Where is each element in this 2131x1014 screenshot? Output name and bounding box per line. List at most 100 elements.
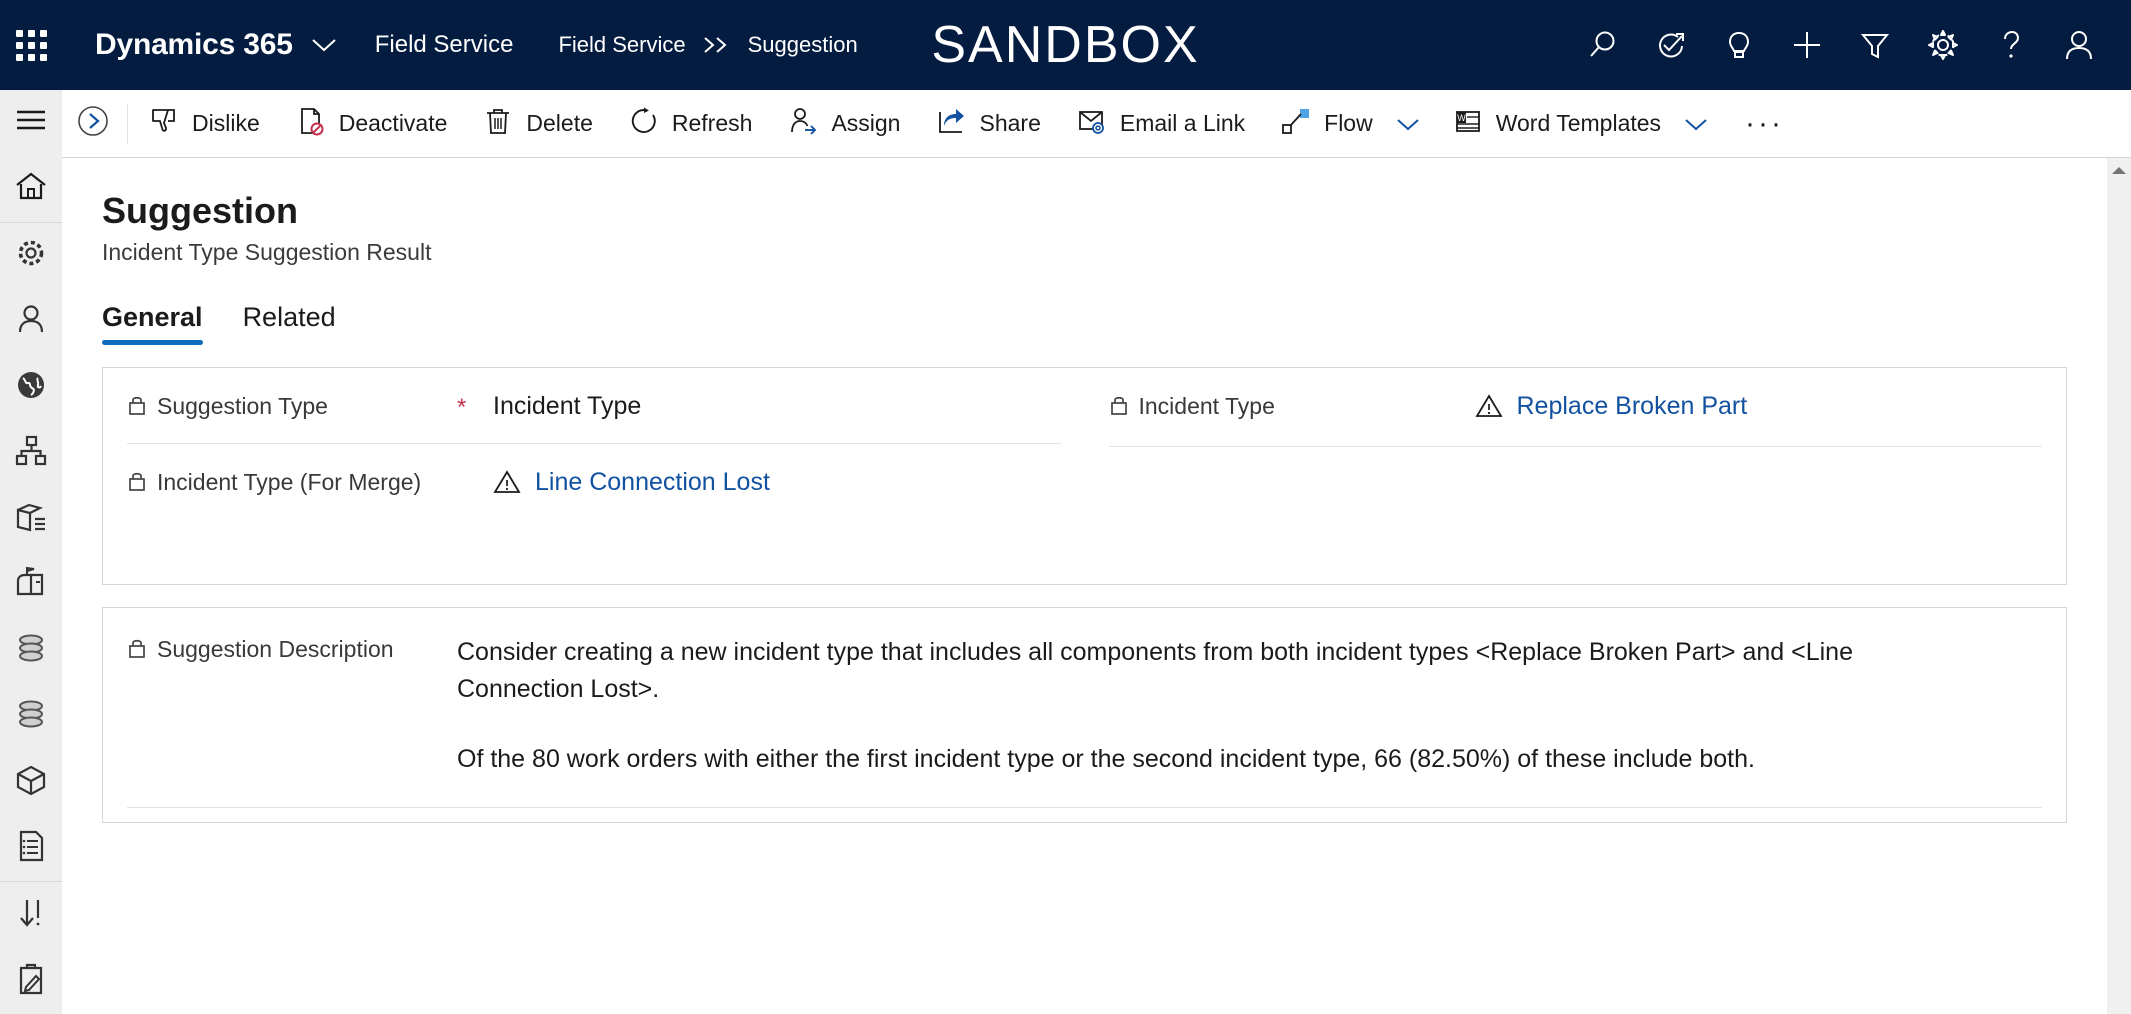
database-icon	[14, 632, 48, 669]
breadcrumb-current[interactable]: Suggestion	[748, 32, 858, 58]
form-tabs: General Related	[102, 302, 2107, 346]
word-template-icon: W	[1453, 106, 1483, 141]
field-value-suggestion-type[interactable]: Incident Type	[493, 390, 1061, 423]
overflow-menu-button[interactable]: ···	[1723, 90, 1806, 158]
word-templates-label: Word Templates	[1495, 110, 1662, 136]
tab-related[interactable]: Related	[243, 302, 336, 345]
tab-general[interactable]: General	[102, 302, 203, 346]
required-marker: *	[457, 394, 467, 422]
warning-triangle-icon	[493, 466, 521, 504]
left-navigation-rail	[0, 90, 62, 1014]
page-title: Suggestion	[102, 190, 298, 231]
document-list-icon	[14, 830, 48, 867]
caret-up-icon	[2111, 162, 2127, 180]
plus-icon[interactable]	[1773, 0, 1841, 90]
warning-triangle-icon	[1474, 390, 1503, 428]
required-marker-placeholder	[1439, 390, 1475, 394]
page-subtitle: Incident Type Suggestion Result	[102, 239, 432, 266]
delete-button[interactable]: Delete	[465, 90, 610, 158]
flow-label: Flow	[1324, 110, 1373, 136]
sidebar-item-site-map[interactable]	[0, 90, 62, 156]
expand-panel-button[interactable]	[62, 90, 124, 158]
flow-chevron-down-icon[interactable]	[1391, 90, 1435, 158]
sidebar-item-data-1[interactable]	[0, 618, 62, 684]
field-value-suggestion-description[interactable]: Consider creating a new incident type th…	[457, 634, 2042, 777]
hierarchy-icon	[14, 435, 48, 472]
sort-down-icon	[14, 897, 48, 934]
field-label-suggestion-description: Suggestion Description	[127, 634, 457, 667]
lookup-link-incident-type-for-merge[interactable]: Line Connection Lost	[535, 466, 770, 499]
field-value-incident-type: Replace Broken Part	[1474, 390, 2043, 428]
dislike-label: Dislike	[192, 110, 260, 136]
breadcrumb: Field Service Suggestion	[558, 32, 857, 58]
home-icon	[14, 170, 48, 207]
app-name-label[interactable]: Field Service	[375, 31, 514, 59]
chevron-down-icon[interactable]	[311, 37, 337, 53]
word-templates-chevron-down-icon[interactable]	[1679, 90, 1723, 158]
record-form-page: Suggestion Incident Type Suggestion Resu…	[62, 158, 2131, 1014]
command-separator	[127, 103, 128, 144]
gear-icon	[14, 236, 48, 275]
lock-icon	[127, 468, 147, 500]
refresh-button[interactable]: Refresh	[611, 90, 771, 158]
sidebar-item-organization[interactable]	[0, 420, 62, 486]
description-paragraph-2: Of the 80 work orders with either the fi…	[457, 744, 1755, 773]
lookup-link-incident-type[interactable]: Replace Broken Part	[1517, 390, 1748, 423]
breadcrumb-root[interactable]: Field Service	[558, 32, 685, 58]
lightbulb-icon[interactable]	[1705, 0, 1773, 90]
deactivate-icon	[296, 106, 326, 141]
sidebar-item-sort[interactable]	[0, 882, 62, 948]
sidebar-item-tasks[interactable]	[0, 948, 62, 1014]
delete-label: Delete	[526, 110, 593, 136]
field-label-incident-type-for-merge: Incident Type (For Merge)	[127, 466, 457, 500]
sidebar-item-products[interactable]	[0, 486, 62, 552]
trash-icon	[483, 106, 513, 141]
top-nav-icon-group	[1569, 0, 2113, 90]
sidebar-item-data-2[interactable]	[0, 684, 62, 750]
assign-person-icon	[788, 106, 818, 141]
field-label-text: Incident Type (For Merge)	[157, 469, 422, 496]
email-a-link-button[interactable]: Email a Link	[1059, 90, 1263, 158]
vertical-scrollbar[interactable]	[2107, 158, 2131, 1014]
deactivate-button[interactable]: Deactivate	[278, 90, 466, 158]
share-button[interactable]: Share	[918, 90, 1058, 158]
diagnostics-icon[interactable]	[1637, 0, 1705, 90]
app-launcher-icon	[15, 29, 47, 61]
search-icon[interactable]	[1569, 0, 1637, 90]
share-label: Share	[979, 110, 1041, 136]
sidebar-item-home[interactable]	[0, 156, 62, 222]
field-label-text: Suggestion Description	[157, 636, 394, 663]
sidebar-item-settings[interactable]	[0, 223, 62, 289]
chevron-double-right-icon	[700, 35, 734, 55]
sandbox-label: SANDBOX	[931, 16, 1200, 74]
field-value-incident-type-for-merge: Line Connection Lost	[493, 466, 1061, 504]
box-list-icon	[14, 501, 48, 538]
gear-icon[interactable]	[1909, 0, 1977, 90]
required-marker-placeholder	[457, 466, 493, 470]
dislike-button[interactable]: Dislike	[131, 90, 278, 158]
scroll-up-button[interactable]	[2107, 158, 2131, 184]
sidebar-item-territories[interactable]	[0, 354, 62, 420]
share-icon	[936, 106, 966, 141]
email-a-link-label: Email a Link	[1119, 110, 1246, 136]
description-section: Suggestion Description Consider creating…	[102, 607, 2067, 824]
command-bar: Dislike Deactivate Delete Refresh Assign…	[62, 90, 2131, 158]
sidebar-item-mailbox[interactable]	[0, 552, 62, 618]
field-incident-type: Incident Type Replace Broken Part	[1108, 368, 2043, 447]
assign-button[interactable]: Assign	[770, 90, 918, 158]
sidebar-item-inventory[interactable]	[0, 750, 62, 816]
user-avatar-icon[interactable]	[2045, 0, 2113, 90]
sidebar-item-accounts[interactable]	[0, 289, 62, 355]
help-icon[interactable]	[1977, 0, 2045, 90]
word-templates-button[interactable]: W Word Templates	[1435, 90, 1679, 158]
sidebar-item-reports[interactable]	[0, 815, 62, 881]
flow-button[interactable]: Flow	[1263, 90, 1391, 158]
form-column-right: Incident Type Replace Broken Part	[1085, 368, 2067, 522]
globe-icon	[14, 368, 48, 407]
field-label-text: Suggestion Type	[157, 393, 328, 420]
app-launcher-button[interactable]	[0, 0, 62, 90]
hamburger-menu-icon	[14, 106, 48, 139]
thumbs-down-icon	[149, 106, 179, 141]
database-icon	[14, 698, 48, 735]
filter-icon[interactable]	[1841, 0, 1909, 90]
